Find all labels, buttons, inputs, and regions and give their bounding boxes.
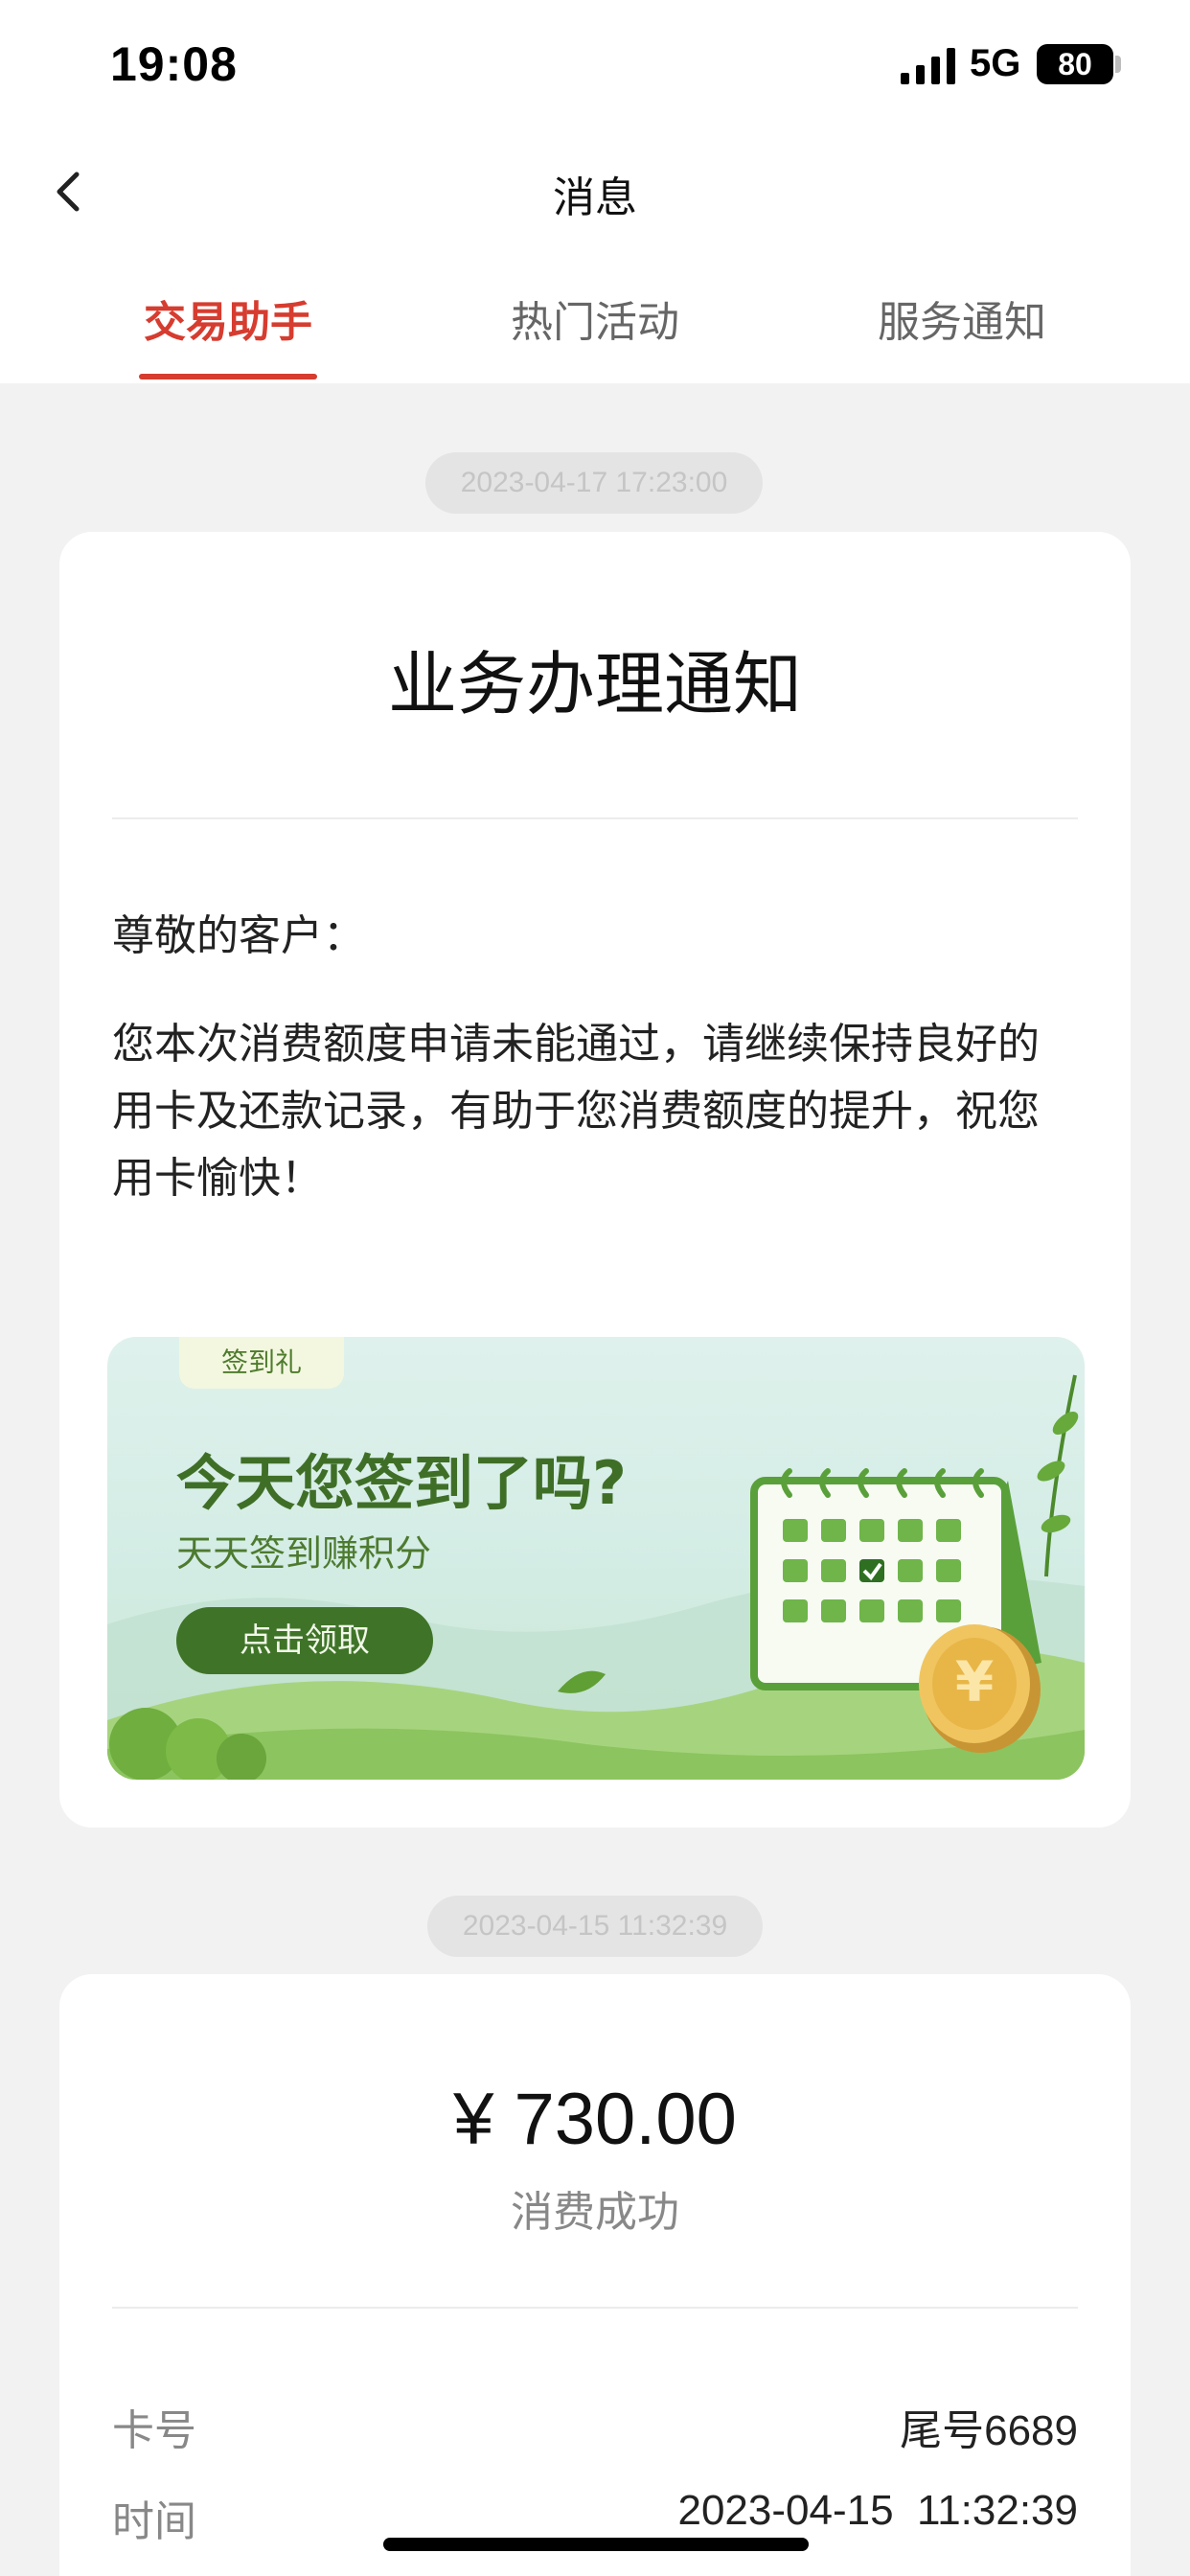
status-time: 19:08	[110, 37, 238, 91]
card-number-value: 尾号6689	[900, 2407, 1078, 2454]
card-number-label: 卡号	[112, 2406, 196, 2455]
banner-headline: 今天您签到了吗?	[176, 1448, 627, 1518]
tab-hot-activities[interactable]: 热门活动	[480, 288, 710, 349]
nav-bar: 消息	[0, 134, 1190, 249]
message-timestamp: 2023-04-17 17:23:00	[425, 452, 763, 514]
divider	[112, 2307, 1078, 2309]
check-in-banner[interactable]: ¥ 签到礼 今天您签到了吗? 天天签到赚积分 点击领取	[107, 1337, 1085, 1780]
message-timestamp: 2023-04-15 11:32:39	[427, 1896, 763, 1957]
notice-greeting: 尊敬的客户：	[112, 911, 365, 960]
svg-text:¥: ¥	[955, 1649, 994, 1714]
signal-icon	[901, 48, 955, 84]
time-label: 时间	[112, 2497, 196, 2546]
battery-icon: 80	[1037, 44, 1113, 84]
active-tab-indicator	[139, 374, 317, 380]
notice-title: 业务办理通知	[387, 644, 802, 724]
claim-button[interactable]: 点击领取	[176, 1607, 433, 1674]
transaction-status: 消费成功	[511, 2188, 679, 2237]
page-title: 消息	[553, 173, 637, 222]
notice-card: 业务办理通知 尊敬的客户： 您本次消费额度申请未能通过，请继续保持良好的用卡及还…	[59, 532, 1131, 1828]
home-indicator[interactable]	[383, 2538, 809, 2551]
status-bar: 19:08 5G 80	[0, 0, 1190, 134]
tab-transaction-assistant[interactable]: 交易助手	[113, 288, 343, 349]
tab-bar: 交易助手 热门活动 服务通知	[0, 249, 1190, 383]
time-value: 2023-04-15 11:32:39	[677, 2487, 1078, 2534]
divider	[112, 817, 1078, 819]
battery-tip	[1115, 56, 1121, 73]
transaction-amount: ¥ 730.00	[453, 2079, 737, 2160]
banner-subtitle: 天天签到赚积分	[176, 1532, 432, 1575]
banner-tag: 签到礼	[179, 1337, 344, 1389]
notice-body: 您本次消费额度申请未能通过，请继续保持良好的用卡及还款记录，有助于您消费额度的提…	[112, 1020, 1040, 1203]
network-label: 5G	[970, 42, 1021, 84]
transaction-card: ¥ 730.00 消费成功 卡号 尾号6689 时间 2023-04-15 11…	[59, 1974, 1131, 2576]
tab-service-notices[interactable]: 服务通知	[847, 288, 1077, 349]
